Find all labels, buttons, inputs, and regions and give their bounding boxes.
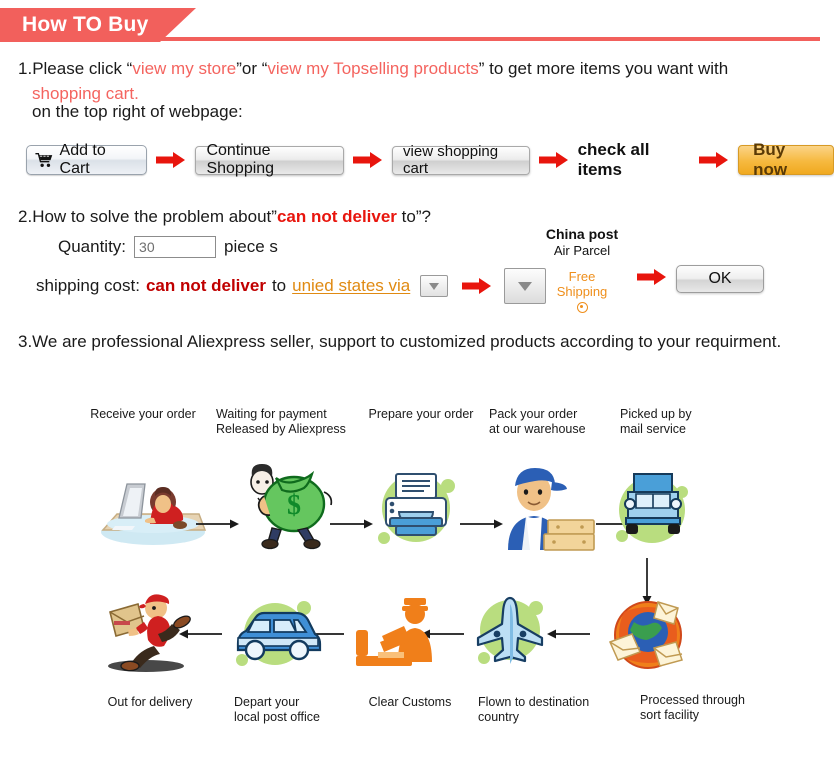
shipping-to-text: to	[271, 276, 287, 295]
buy-now-button[interactable]: Buy now	[738, 140, 834, 179]
free-shipping-line1: Free	[568, 269, 596, 284]
flow-label-receive-your-order: Receive your order	[90, 407, 196, 421]
flow-connector-arrow-left	[547, 629, 590, 639]
step-2-highlight: can not deliver	[276, 207, 397, 226]
check-all-items-label[interactable]: check all items	[578, 140, 691, 180]
step-1-subtext: on the top right of webpage:	[32, 102, 243, 121]
quantity-row: Quantity: piece s	[58, 236, 278, 258]
mail-sorting-icon	[600, 596, 696, 674]
flow-label-prepare-your-order: Prepare your order	[368, 407, 474, 421]
step-1-number: 1.	[18, 59, 33, 78]
flow-label-out-for-delivery: Out for delivery	[107, 695, 193, 709]
continue-shopping-button[interactable]: Continue Shopping	[195, 142, 345, 177]
link-shopping-cart[interactable]: shopping cart.	[32, 84, 139, 103]
quantity-input[interactable]	[134, 236, 217, 258]
step-2-text: 2.How to solve the problem about”can not…	[18, 207, 431, 227]
page-title: How TO Buy	[22, 13, 149, 36]
view-shopping-cart-button[interactable]: view shopping cart	[392, 143, 530, 177]
shipping-cost-highlight: can not deliver	[145, 276, 266, 295]
ok-button[interactable]: OK	[676, 265, 764, 293]
flow-label-clear-customs: Clear Customs	[368, 695, 452, 709]
shipping-cost-row: shipping cost: can not deliver to unied s…	[36, 268, 547, 304]
printer-icon	[366, 460, 466, 556]
step-2-text-b: to”?	[396, 207, 431, 226]
flow-label-waiting-for-payment: Waiting for payment Released by Aliexpre…	[216, 407, 346, 436]
shipping-cost-label: shipping cost:	[36, 276, 140, 295]
china-post-name: China post	[545, 226, 619, 242]
right-arrow-icon	[538, 151, 569, 169]
add-to-cart-label: Add to Cart	[59, 142, 106, 177]
buy-now-label: Buy now	[753, 140, 788, 179]
right-arrow-icon	[462, 277, 492, 295]
header-divider-line	[160, 37, 820, 41]
flow-connector-arrow	[196, 519, 239, 529]
step-2-text-a: How to solve the problem about”	[32, 207, 277, 226]
shipping-flow-diagram: Receive your order Waiting for payment R…	[0, 390, 834, 782]
right-arrow-icon	[699, 151, 729, 169]
svg-text:$: $	[287, 490, 301, 521]
page-header: How TO Buy	[0, 8, 834, 42]
continue-shopping-label: Continue Shopping	[206, 142, 275, 177]
checkout-button-flow: Add to Cart Continue Shopping view shopp…	[26, 140, 834, 180]
country-dropdown-toggle[interactable]	[420, 275, 449, 297]
step-1-text-a: Please click “	[32, 59, 133, 78]
link-view-my-store[interactable]: view my store	[132, 59, 236, 78]
radio-selected-icon[interactable]	[576, 302, 588, 313]
delivery-truck-icon	[604, 462, 702, 554]
shopping-cart-icon	[35, 153, 53, 167]
china-post-option[interactable]: China post Air Parcel Free Shipping	[540, 226, 624, 313]
step-1-text: 1.Please click “view my store”or “view m…	[18, 56, 818, 106]
step-3-text: 3.We are professional Aliexpress seller,…	[18, 332, 782, 351]
flow-label-flown-to-destination-country: Flown to destination country	[478, 695, 590, 724]
step-2-number: 2.	[18, 207, 33, 226]
step-1-text-c: ” to get more items you want with	[478, 59, 729, 78]
right-arrow-icon	[353, 151, 383, 169]
flow-label-depart-your-local-post-office: Depart your local post office	[234, 695, 320, 724]
money-bag-icon: $	[236, 452, 340, 550]
view-shopping-cart-label: view shopping cart	[403, 143, 499, 177]
free-shipping-line2: Shipping	[556, 284, 608, 299]
airplane-icon	[468, 590, 552, 674]
flow-label-pack-your-order: Pack your order at our warehouse	[489, 407, 586, 436]
worker-with-boxes-icon	[490, 458, 600, 554]
right-arrow-icon	[156, 151, 186, 169]
china-post-service: Air Parcel	[553, 243, 611, 258]
running-courier-icon	[92, 590, 196, 674]
right-arrow-icon	[637, 268, 667, 286]
chevron-down-icon	[518, 281, 533, 291]
person-at-computer-icon	[95, 462, 211, 548]
flow-label-processed-through-sort-facility: Processed through sort facility	[640, 693, 745, 722]
piece-label: piece s	[224, 237, 278, 256]
flow-label-picked-up-by-mail-service: Picked up by mail service	[620, 407, 692, 436]
country-select-label[interactable]: unied states via	[292, 276, 410, 296]
chevron-down-icon	[429, 282, 440, 290]
customs-officer-icon	[352, 596, 432, 670]
step-1-text-b: ”or “	[236, 59, 268, 78]
link-view-my-topselling-products[interactable]: view my Topselling products	[267, 59, 478, 78]
add-to-cart-button[interactable]: Add to Cart	[26, 142, 148, 177]
delivery-van-icon	[226, 598, 324, 670]
ok-label: OK	[708, 270, 732, 287]
quantity-label: Quantity:	[58, 237, 127, 256]
